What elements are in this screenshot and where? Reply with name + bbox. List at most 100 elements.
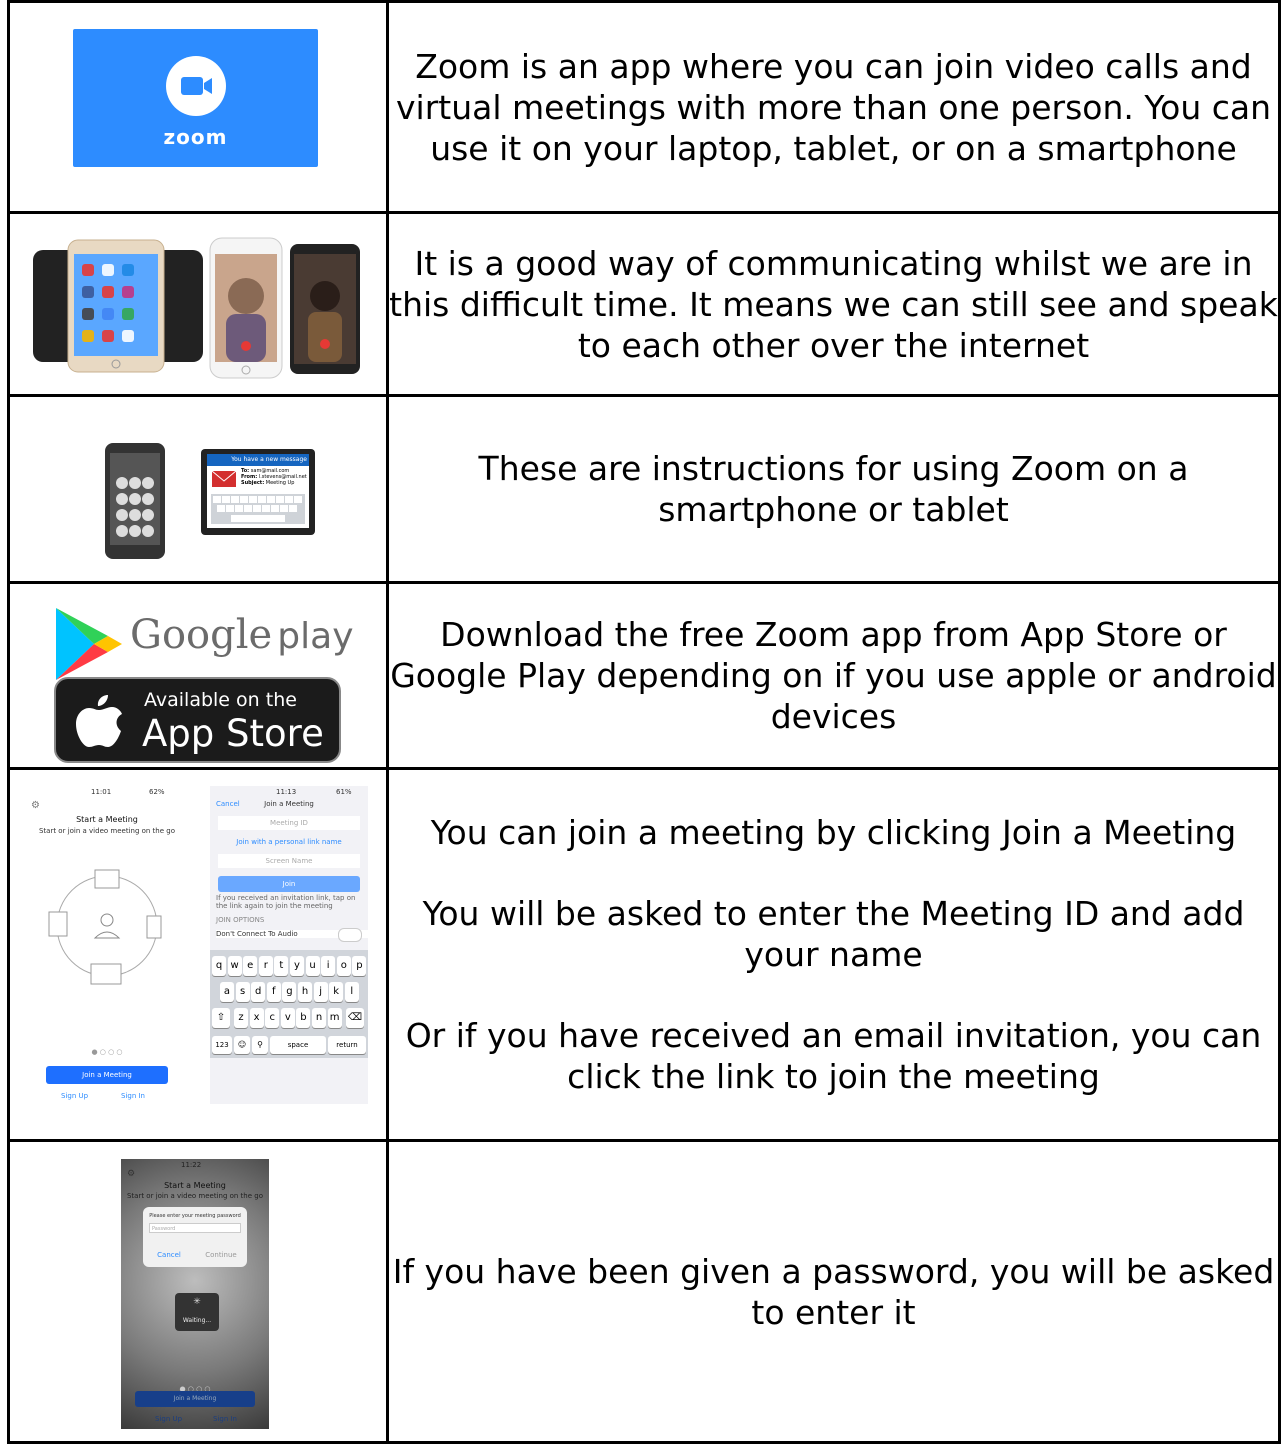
email-header: You have a new message — [207, 453, 309, 466]
personal-link[interactable]: Join with a personal link name — [210, 838, 368, 846]
password-dialog-title: Please enter your meeting password — [149, 1212, 241, 1219]
status-battery: 61% — [336, 787, 352, 796]
emoji-key[interactable]: ☺ — [234, 1035, 250, 1054]
sign-in-link[interactable]: Sign In — [121, 1092, 145, 1100]
key-123[interactable]: 123 — [212, 1035, 232, 1054]
shift-key[interactable]: ⇧ — [212, 1007, 230, 1028]
sign-up-link[interactable]: Sign Up — [155, 1415, 182, 1423]
join-paragraph: You will be asked to enter the Meeting I… — [422, 894, 1245, 974]
apple-icon — [76, 694, 122, 747]
email-tablet: You have a new message To: sam@mail.com … — [201, 448, 315, 535]
password-dialog: Please enter your meeting password Passw… — [143, 1206, 247, 1267]
keyboard-key[interactable]: i — [321, 955, 336, 976]
keyboard-key[interactable]: t — [274, 955, 289, 976]
keyboard-key[interactable]: g — [282, 981, 297, 1002]
key-space[interactable]: space — [270, 1035, 326, 1054]
table-row: You have a new message To: sam@mail.com … — [7, 394, 1281, 584]
keyboard-key[interactable]: n — [312, 1007, 326, 1028]
spinner-icon: ✳ — [193, 1296, 201, 1307]
sign-in-link[interactable]: Sign In — [213, 1415, 237, 1423]
password-screenshot-cell: 11:22 ⚙ Start a Meeting Start or join a … — [7, 1139, 389, 1444]
join-meeting-title: Join a Meeting — [264, 799, 314, 808]
waiting-spinner: ✳ Waiting... — [175, 1292, 219, 1331]
row-text: These are instructions for using Zoom on… — [386, 394, 1281, 584]
audio-toggle[interactable] — [338, 927, 362, 942]
page-dots: ● ○ ○ ○ — [91, 1047, 123, 1056]
keyboard-key[interactable]: m — [327, 1007, 342, 1028]
keyboard-icon — [211, 493, 305, 524]
keyboard-key[interactable]: v — [280, 1007, 295, 1028]
zoom-logo: zoom — [73, 28, 318, 167]
keyboard-key[interactable]: z — [234, 1007, 248, 1028]
key-return[interactable]: return — [328, 1035, 366, 1054]
join-paragraph: Or if you have received an email invitat… — [405, 1016, 1262, 1096]
meeting-illustration — [48, 869, 162, 984]
sign-up-link[interactable]: Sign Up — [61, 1092, 88, 1100]
join-options-header: JOIN OPTIONS — [216, 915, 265, 924]
keyboard-key[interactable]: q — [212, 955, 226, 976]
table-row: Google play Available on the App Store D… — [7, 581, 1281, 770]
keyboard-key[interactable]: j — [313, 981, 328, 1002]
email-subject-value: Meeting Up — [265, 479, 295, 486]
join-a-meeting-button[interactable]: Join a Meeting — [135, 1390, 255, 1407]
zoom-logo-cell: zoom — [7, 0, 389, 214]
email-subject-label: Subject: — [241, 479, 265, 486]
keyboard-key[interactable]: k — [329, 981, 344, 1002]
keyboard-key[interactable]: l — [344, 981, 359, 1002]
phone-email-cell: You have a new message To: sam@mail.com … — [7, 394, 389, 584]
app-store-big-text: App Store — [142, 711, 324, 755]
start-meeting-screenshot: 11:01 62% ⚙ Start a Meeting Start or joi… — [19, 785, 195, 1104]
app-store-small-text: Available on the — [144, 688, 297, 711]
backspace-key[interactable]: ⌫ — [346, 1007, 364, 1028]
status-time: 11:22 — [181, 1160, 202, 1169]
invite-note: If you received an invitation link, tap … — [216, 893, 356, 910]
waiting-label: Waiting... — [182, 1316, 212, 1324]
meeting-id-input[interactable]: Meeting ID — [218, 815, 360, 830]
keyboard-key[interactable]: y — [290, 955, 304, 976]
password-cancel-button[interactable]: Cancel — [143, 1251, 195, 1259]
store-badges-cell: Google play Available on the App Store — [7, 581, 389, 770]
row-text: If you have been given a password, you w… — [386, 1139, 1281, 1444]
start-meeting-title: Start a Meeting — [164, 1180, 226, 1190]
keyboard-key[interactable]: p — [352, 955, 367, 976]
keyboard-key[interactable]: c — [265, 1007, 280, 1028]
row-text: Download the free Zoom app from App Stor… — [386, 581, 1281, 770]
join-button[interactable]: Join — [218, 875, 360, 892]
start-meeting-subtitle: Start or join a video meeting on the go — [126, 1191, 263, 1200]
status-battery: 62% — [149, 787, 165, 796]
gear-icon[interactable]: ⚙ — [31, 800, 40, 811]
keyboard-key[interactable]: e — [243, 955, 258, 976]
row-text: It is a good way of communicating whilst… — [386, 211, 1281, 397]
devices-cell — [7, 211, 389, 397]
screen-name-input[interactable]: Screen Name — [218, 853, 360, 868]
keyboard-key[interactable]: d — [251, 981, 266, 1002]
devices-illustration — [33, 237, 360, 378]
join-meeting-screenshot: 11:13 61% Cancel Join a Meeting Meeting … — [210, 785, 368, 1104]
start-meeting-title: Start a Meeting — [76, 814, 138, 824]
keyboard-key[interactable]: f — [266, 981, 281, 1002]
google-play-word: play — [277, 615, 354, 657]
keyboard-key[interactable]: u — [305, 955, 320, 976]
table-row: It is a good way of communicating whilst… — [7, 211, 1281, 397]
keyboard-key[interactable]: x — [249, 1007, 264, 1028]
status-time: 11:13 — [276, 787, 297, 796]
smartphone-keypad-illustration — [105, 442, 165, 559]
password-continue-button[interactable]: Continue — [195, 1251, 247, 1259]
keyboard-key[interactable]: w — [227, 955, 242, 976]
app-store-badge: Available on the App Store — [54, 676, 341, 763]
keyboard-key[interactable]: h — [298, 981, 312, 1002]
table-row: 11:01 62% ⚙ Start a Meeting Start or joi… — [7, 767, 1281, 1142]
keyboard-key[interactable]: s — [235, 981, 250, 1002]
google-word: Google — [130, 611, 273, 658]
password-input[interactable]: Password — [149, 1222, 241, 1233]
gear-icon[interactable]: ⚙ — [127, 1169, 135, 1179]
keyboard-key[interactable]: r — [258, 955, 273, 976]
zoom-logo-word: zoom — [163, 124, 228, 149]
keyboard-key[interactable]: o — [336, 955, 351, 976]
mic-key[interactable]: ⚲ — [252, 1035, 268, 1054]
keyboard-key[interactable]: a — [220, 981, 234, 1002]
keyboard-key[interactable]: b — [296, 1007, 311, 1028]
google-play-icon — [56, 607, 122, 680]
zoom-camera-icon — [166, 55, 226, 116]
join-a-meeting-button[interactable]: Join a Meeting — [46, 1065, 168, 1084]
